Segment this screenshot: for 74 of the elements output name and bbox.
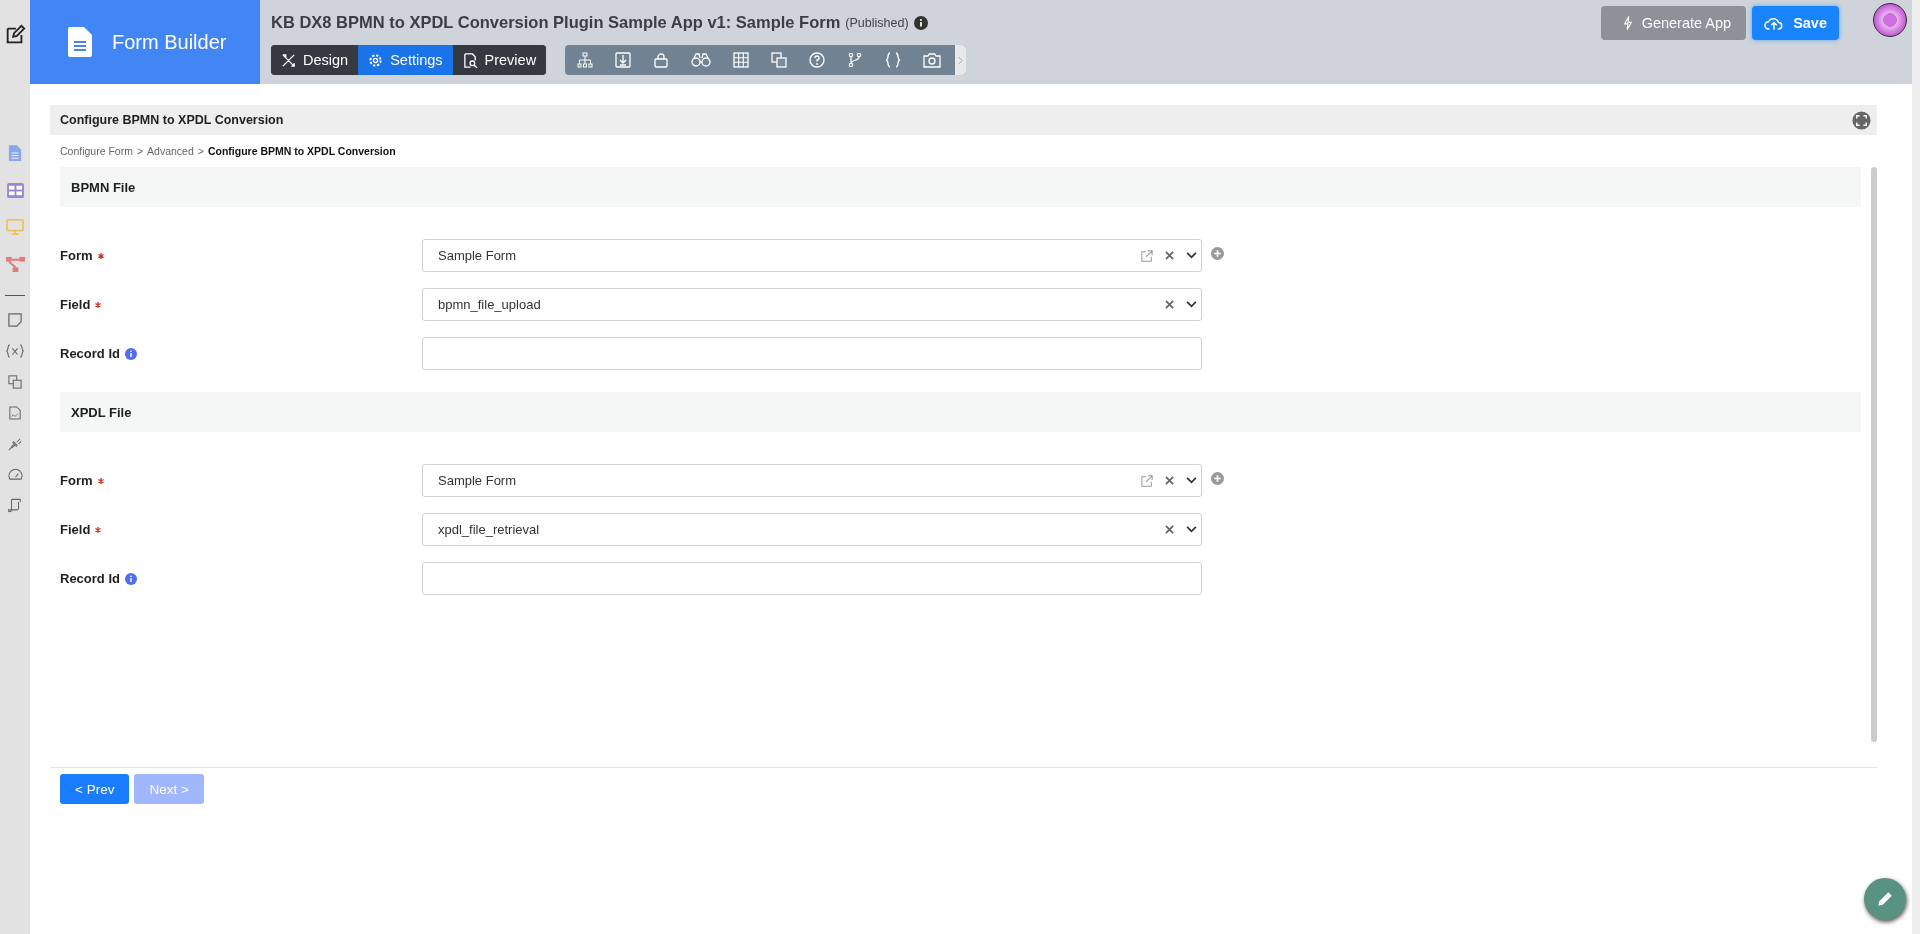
publish-status: (Published) — [845, 15, 909, 30]
input-field[interactable] — [422, 562, 1202, 595]
lightning-icon — [1622, 15, 1633, 31]
field-label: Form — [60, 473, 93, 488]
chevron-down-icon[interactable] — [1186, 526, 1197, 533]
chevron-icon — [958, 55, 964, 65]
info-icon[interactable] — [913, 15, 928, 30]
plug-icon[interactable] — [8, 437, 22, 451]
breadcrumb-item: Configure BPMN to XPDL Conversion — [207, 145, 396, 159]
help-icon[interactable] — [809, 52, 826, 68]
add-icon[interactable] — [1211, 247, 1224, 260]
select-field[interactable]: xpdl_file_retrieval — [422, 513, 1202, 546]
translate-icon[interactable] — [771, 52, 788, 68]
external-edit-icon[interactable] — [1141, 249, 1153, 262]
save-button[interactable]: Save — [1752, 6, 1839, 40]
select-field[interactable]: bpmn_file_upload — [422, 288, 1202, 321]
table-icon[interactable] — [733, 52, 750, 68]
chevron-down-icon[interactable] — [1186, 252, 1197, 259]
add-icon[interactable] — [1211, 472, 1224, 485]
external-edit-icon[interactable] — [1141, 474, 1153, 487]
section-title: BPMN File — [71, 179, 136, 195]
mode-tab[interactable]: Settings — [358, 45, 453, 75]
branch-icon[interactable] — [847, 52, 864, 68]
clear-icon[interactable] — [1165, 251, 1174, 260]
braces-icon[interactable] — [885, 52, 902, 68]
import-icon[interactable] — [615, 52, 632, 68]
settings-icon — [368, 52, 384, 68]
field-label: Record Id — [60, 346, 120, 361]
clear-icon[interactable] — [1165, 476, 1174, 485]
grid-icon[interactable] — [6, 183, 24, 198]
avatar[interactable] — [1873, 3, 1907, 37]
script-icon[interactable] — [8, 498, 22, 513]
variable-icon[interactable] — [5, 344, 25, 358]
clear-icon[interactable] — [1165, 300, 1174, 309]
document-icon — [68, 27, 92, 57]
edit-button[interactable] — [1864, 878, 1906, 920]
tools-icon — [281, 52, 296, 68]
nav-button[interactable]: < Prev — [60, 774, 130, 804]
field-label: Record Id — [60, 571, 120, 586]
hierarchy-icon[interactable] — [5, 256, 25, 273]
select-field[interactable]: Sample Form — [422, 464, 1202, 497]
hierarchy-icon[interactable] — [577, 52, 594, 68]
pencil-icon — [1876, 890, 1894, 908]
field-label: Field — [60, 297, 91, 312]
document-search-icon — [462, 52, 478, 68]
section-title: XPDL File — [71, 404, 132, 420]
brand-title: Form Builder — [112, 30, 227, 54]
breadcrumb-separator: > — [197, 145, 204, 159]
breadcrumb-item[interactable]: Advanced — [147, 145, 194, 167]
clear-icon[interactable] — [1165, 525, 1174, 534]
scrollbar[interactable] — [1871, 167, 1877, 742]
image-file-icon[interactable] — [9, 406, 21, 420]
input-field[interactable] — [422, 337, 1202, 370]
document-icon[interactable] — [8, 144, 22, 162]
info-icon[interactable] — [124, 347, 137, 360]
lock-icon[interactable] — [653, 52, 670, 68]
note-icon[interactable] — [8, 313, 22, 327]
translate-icon[interactable] — [8, 375, 22, 389]
chevron-down-icon[interactable] — [1186, 477, 1197, 484]
panel-title: Configure BPMN to XPDL Conversion — [60, 113, 284, 127]
breadcrumb-separator: > — [136, 145, 144, 159]
fullscreen-icon[interactable] — [1852, 110, 1871, 130]
info-icon[interactable] — [124, 572, 137, 585]
binoculars-icon[interactable] — [691, 52, 712, 68]
chevron-down-icon[interactable] — [1186, 301, 1197, 308]
edit-icon[interactable] — [4, 24, 26, 46]
gauge-icon[interactable] — [7, 468, 23, 481]
field-label: Field — [60, 522, 91, 537]
cloud-upload-icon — [1764, 15, 1785, 31]
breadcrumb-item[interactable]: Configure Form — [60, 145, 133, 167]
camera-icon[interactable] — [923, 52, 942, 68]
field-label: Form — [60, 248, 93, 263]
app-title: KB DX8 BPMN to XPDL Conversion Plugin Sample App v1: Sample Form — [271, 13, 841, 32]
select-field[interactable]: Sample Form — [422, 239, 1202, 272]
